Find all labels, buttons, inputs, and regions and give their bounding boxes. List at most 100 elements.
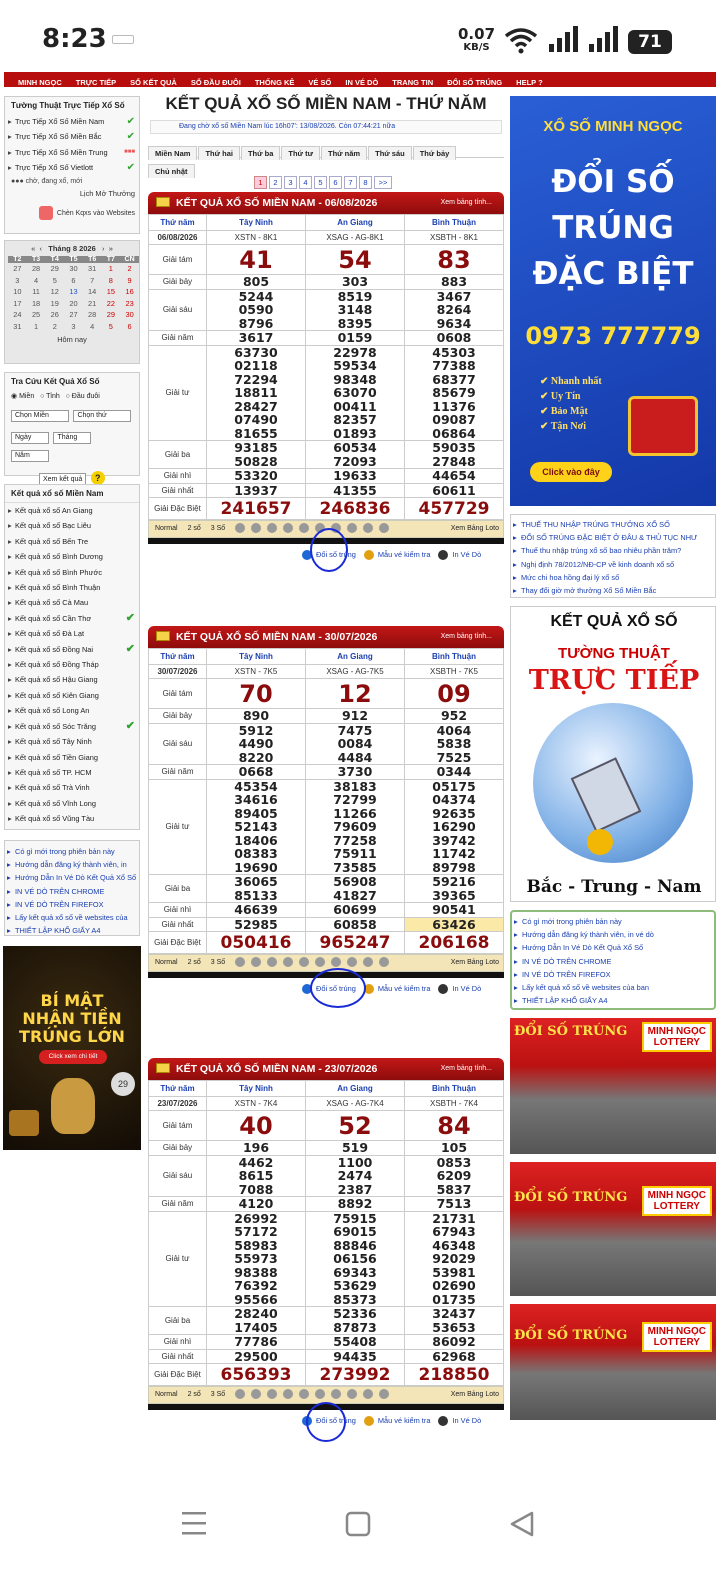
view-table-link[interactable]: Xem bảng tính...: [441, 626, 492, 648]
calendar-day[interactable]: 1: [102, 263, 121, 275]
province-header[interactable]: Bình Thuận: [404, 648, 504, 665]
display-mode-link[interactable]: Normal: [155, 959, 178, 966]
calendar-day[interactable]: 17: [8, 298, 27, 310]
calendar-day[interactable]: 5: [45, 275, 64, 287]
province-link[interactable]: Kết quả xổ số TP. HCM: [5, 765, 139, 781]
calendar-day[interactable]: 30: [120, 309, 139, 321]
home-icon[interactable]: [344, 1510, 372, 1538]
news-link[interactable]: Thay đổi giờ mở thưởng Xổ Số Miền Bắc: [511, 584, 715, 597]
calendar-day[interactable]: 4: [27, 275, 46, 287]
calendar-day[interactable]: 29: [102, 309, 121, 321]
digit-ball-icon[interactable]: [347, 523, 358, 534]
nav-item[interactable]: ĐỔI SỐ TRÚNG: [447, 75, 502, 90]
back-icon[interactable]: [508, 1510, 536, 1538]
calendar-day[interactable]: 20: [64, 298, 83, 310]
province-link[interactable]: Kết quả xổ số Vũng Tàu: [5, 811, 139, 827]
page-link[interactable]: 3: [284, 176, 297, 189]
nav-item[interactable]: MINH NGỌC: [18, 75, 62, 90]
prev-month-icon[interactable]: ‹: [39, 244, 42, 253]
page-link[interactable]: >>: [374, 176, 392, 189]
ad-detail-button[interactable]: Click xem chi tiết: [39, 1050, 107, 1064]
select-year[interactable]: Năm: [11, 450, 49, 462]
digit-ball-icon[interactable]: [299, 523, 310, 534]
calendar-day[interactable]: 30: [64, 263, 83, 275]
digit-ball-icon[interactable]: [331, 957, 342, 968]
province-header[interactable]: Tây Ninh: [206, 1080, 306, 1097]
digit-ball-icon[interactable]: [299, 957, 310, 968]
action-link[interactable]: Mẫu vé kiểm tra: [363, 984, 430, 995]
digit-ball-icon[interactable]: [251, 523, 262, 534]
calendar-day[interactable]: 3: [8, 275, 27, 287]
display-mode-link[interactable]: Normal: [155, 525, 178, 532]
province-header[interactable]: Bình Thuận: [404, 214, 504, 231]
province-link[interactable]: Kết quả xổ số Vĩnh Long: [5, 796, 139, 812]
calendar-day[interactable]: 28: [27, 263, 46, 275]
calendar-day[interactable]: 9: [120, 275, 139, 287]
province-link[interactable]: Kết quả xổ số Long An: [5, 703, 139, 719]
news-link[interactable]: THUẾ THU NHẬP TRÚNG THƯỞNG XỔ SỐ: [511, 518, 715, 531]
page-link[interactable]: 6: [329, 176, 342, 189]
digit-ball-icon[interactable]: [363, 957, 374, 968]
nav-item[interactable]: SỔ KẾT QUẢ: [130, 75, 177, 90]
display-mode-link[interactable]: 2 số: [188, 959, 201, 966]
recent-apps-icon[interactable]: [180, 1510, 208, 1536]
guide-link[interactable]: IN VÉ DÒ TRÊN CHROME: [512, 955, 714, 968]
digit-ball-icon[interactable]: [315, 957, 326, 968]
calendar-day[interactable]: 15: [102, 286, 121, 298]
digit-ball-icon[interactable]: [331, 1389, 342, 1400]
digit-ball-icon[interactable]: [363, 1389, 374, 1400]
province-link[interactable]: Kết quả xổ số Bình Thuận: [5, 580, 139, 596]
live-results-ad[interactable]: KẾT QUẢ XỔ SỐ TƯỜNG THUẬT TRỰC TIẾP Bắc …: [510, 606, 716, 902]
nav-item[interactable]: SỔ ĐẦU ĐUÔI: [191, 75, 241, 90]
calendar-day[interactable]: 24: [8, 309, 27, 321]
digit-ball-icon[interactable]: [347, 957, 358, 968]
nav-item[interactable]: THỐNG KÊ: [255, 75, 295, 90]
province-header[interactable]: Bình Thuận: [404, 1080, 504, 1097]
calendar-day[interactable]: 3: [64, 321, 83, 333]
weekday-tab[interactable]: Thứ ba: [240, 146, 281, 160]
calendar-day[interactable]: 31: [8, 321, 27, 333]
province-link[interactable]: Kết quả xổ số Tây Ninh: [5, 734, 139, 750]
digit-ball-icon[interactable]: [283, 1389, 294, 1400]
calendar-day[interactable]: 8: [102, 275, 121, 287]
province-link[interactable]: Kết quả xổ số Đồng Nai ✔: [5, 642, 139, 658]
action-link[interactable]: In Vé Dò: [438, 550, 481, 561]
select-month[interactable]: Tháng: [53, 432, 92, 444]
digit-ball-icon[interactable]: [235, 523, 246, 534]
help-link[interactable]: THIẾT LẬP KHỔ GIẤY A4: [5, 924, 139, 937]
calendar-day[interactable]: 10: [8, 286, 27, 298]
province-link[interactable]: Kết quả xổ số Đà Lạt: [5, 626, 139, 642]
province-link[interactable]: Kết quả xổ số Cà Mau: [5, 595, 139, 611]
live-item[interactable]: Trực Tiếp Xổ Số Miền Bắc ✔: [5, 129, 139, 145]
weekday-tab[interactable]: Chủ nhật: [148, 164, 195, 178]
weekday-tab[interactable]: Thứ năm: [321, 146, 368, 160]
action-link[interactable]: Mẫu vé kiểm tra: [363, 1416, 430, 1427]
calendar-day[interactable]: 29: [45, 263, 64, 275]
calendar-day[interactable]: 31: [83, 263, 102, 275]
radio-dau-duoi[interactable]: ○ Đầu đuôi: [66, 393, 100, 400]
display-mode-link[interactable]: 2 số: [188, 1391, 201, 1398]
prev-year-icon[interactable]: «: [31, 244, 35, 253]
digit-ball-icon[interactable]: [235, 1389, 246, 1400]
calendar-day[interactable]: 1: [27, 321, 46, 333]
radio-mien[interactable]: ◉ Miền: [11, 393, 34, 400]
province-link[interactable]: Kết quả xổ số Bến Tre: [5, 534, 139, 550]
guide-link[interactable]: IN VÉ DÒ TRÊN FIREFOX: [512, 968, 714, 981]
province-link[interactable]: Kết quả xổ số Trà Vinh: [5, 780, 139, 796]
province-link[interactable]: Kết quả xổ số Đồng Tháp: [5, 657, 139, 673]
help-link[interactable]: Hướng dẫn đăng ký thành viên, in: [5, 858, 139, 871]
digit-ball-icon[interactable]: [251, 957, 262, 968]
news-link[interactable]: Nghị định 78/2012/NĐ-CP về kinh doanh xổ…: [511, 558, 715, 571]
weekday-tab[interactable]: Thứ tư: [281, 146, 320, 160]
schedule-link[interactable]: Lịch Mở Thưởng: [5, 187, 139, 200]
embed-link[interactable]: Chèn Kqxs vào Websites: [5, 200, 139, 220]
calendar-day[interactable]: 21: [83, 298, 102, 310]
province-header[interactable]: An Giang: [305, 1080, 405, 1097]
digit-ball-icon[interactable]: [267, 523, 278, 534]
calendar-day[interactable]: 14: [83, 286, 102, 298]
calendar-day[interactable]: 28: [83, 309, 102, 321]
live-item[interactable]: Trực Tiếp Xổ Số Miền Trung ■■■: [5, 145, 139, 161]
guide-link[interactable]: Hướng Dẫn In Vé Dò Kết Quả Xổ Số: [512, 941, 714, 954]
digit-ball-icon[interactable]: [379, 1389, 390, 1400]
digit-ball-icon[interactable]: [267, 957, 278, 968]
